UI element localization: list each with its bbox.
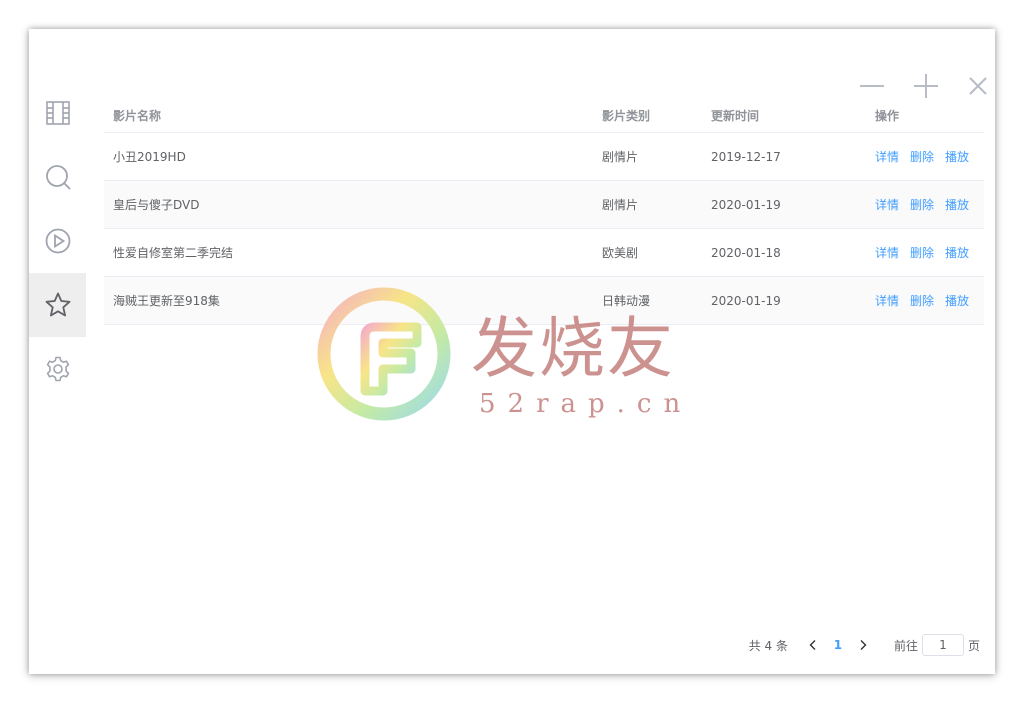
movie-name: 海贼王更新至918集	[113, 294, 220, 308]
chevron-right-icon	[860, 640, 867, 650]
movie-updated: 2020-01-19	[711, 197, 781, 212]
table-header: 影片名称 影片类别 更新时间 操作	[104, 99, 984, 133]
pagination: 共 4 条 1 前往 页	[749, 633, 980, 657]
row-actions: 详情 删除 播放	[875, 277, 980, 324]
column-header-actions: 操作	[875, 109, 900, 123]
favorites-table: 影片名称 影片类别 更新时间 操作 小丑2019HD 剧情片 2019-12-1…	[104, 99, 984, 325]
minimize-icon	[860, 85, 884, 87]
delete-link[interactable]: 删除	[910, 148, 934, 165]
sidebar-item-search[interactable]	[29, 145, 86, 209]
table-row: 小丑2019HD 剧情片 2019-12-17 详情 删除 播放	[104, 133, 984, 181]
play-link[interactable]: 播放	[945, 292, 969, 309]
delete-link[interactable]: 删除	[910, 292, 934, 309]
table-row: 性爱自修室第二季完结 欧美剧 2020-01-18 详情 删除 播放	[104, 229, 984, 277]
sidebar-item-film[interactable]	[29, 81, 86, 145]
movie-name: 小丑2019HD	[113, 150, 186, 164]
goto-label: 前往	[893, 638, 918, 653]
detail-link[interactable]: 详情	[875, 148, 899, 165]
plus-icon	[914, 74, 938, 98]
maximize-button[interactable]	[909, 69, 943, 103]
detail-link[interactable]: 详情	[875, 196, 899, 213]
column-header-updated: 更新时间	[711, 109, 760, 123]
star-icon	[45, 292, 70, 317]
column-header-name: 影片名称	[113, 109, 162, 123]
detail-link[interactable]: 详情	[875, 244, 899, 261]
app-window: 影片名称 影片类别 更新时间 操作 小丑2019HD 剧情片 2019-12-1…	[29, 29, 995, 674]
prev-page-button[interactable]	[802, 633, 824, 657]
play-link[interactable]: 播放	[945, 148, 969, 165]
detail-link[interactable]: 详情	[875, 292, 899, 309]
movie-category: 剧情片	[602, 150, 639, 164]
chevron-left-icon	[809, 640, 816, 650]
row-actions: 详情 删除 播放	[875, 133, 980, 180]
goto-page-input[interactable]	[921, 634, 964, 656]
pagination-total: 共 4 条	[748, 638, 788, 653]
movie-updated: 2020-01-19	[711, 293, 781, 308]
play-link[interactable]: 播放	[945, 196, 969, 213]
table-row: 皇后与傻子DVD 剧情片 2020-01-19 详情 删除 播放	[104, 181, 984, 229]
movie-name: 皇后与傻子DVD	[113, 198, 200, 212]
movie-category: 欧美剧	[602, 246, 639, 260]
page-number-current[interactable]: 1	[824, 638, 852, 652]
delete-link[interactable]: 删除	[910, 196, 934, 213]
column-header-category: 影片类别	[602, 109, 651, 123]
movie-updated: 2020-01-18	[711, 245, 781, 260]
close-button[interactable]	[961, 69, 995, 103]
row-actions: 详情 删除 播放	[875, 181, 980, 228]
close-icon	[969, 77, 987, 95]
delete-link[interactable]: 删除	[910, 244, 934, 261]
window-controls	[855, 69, 995, 103]
sidebar	[29, 81, 86, 401]
next-page-button[interactable]	[852, 633, 874, 657]
sidebar-item-settings[interactable]	[29, 337, 86, 401]
movie-category: 日韩动漫	[602, 294, 651, 308]
movie-category: 剧情片	[602, 198, 639, 212]
page-suffix: 页	[967, 638, 980, 653]
sidebar-item-play[interactable]	[29, 209, 86, 273]
play-link[interactable]: 播放	[945, 244, 969, 261]
movie-updated: 2019-12-17	[711, 149, 781, 164]
movie-name: 性爱自修室第二季完结	[113, 246, 234, 260]
table-row: 海贼王更新至918集 日韩动漫 2020-01-19 详情 删除 播放	[104, 277, 984, 325]
gear-icon	[46, 356, 69, 382]
row-actions: 详情 删除 播放	[875, 229, 980, 276]
search-icon	[45, 165, 71, 190]
sidebar-item-favorites[interactable]	[29, 273, 86, 337]
play-icon	[45, 228, 70, 254]
minimize-button[interactable]	[855, 69, 889, 103]
film-icon	[45, 101, 70, 125]
